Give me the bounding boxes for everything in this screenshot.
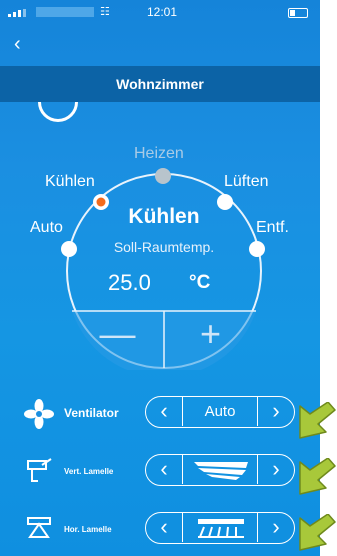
ventilator-prev-button[interactable]: ‹ <box>146 397 183 426</box>
swing-horizontal-icon <box>198 519 244 538</box>
mode-dot-entf[interactable] <box>249 241 265 257</box>
annotation-arrow-icon <box>299 514 336 551</box>
target-temp-label: Soll-Raumtemp. <box>113 239 215 255</box>
hor-lamelle-label: Hor. Lamelle <box>64 525 112 534</box>
vertical-louver-icon <box>27 458 52 482</box>
swing-vertical-icon <box>194 462 248 480</box>
mode-label-lueften[interactable]: Lüften <box>224 173 268 191</box>
vert-lamelle-row: Vert. Lamelle ‹ › <box>0 451 320 491</box>
app-screen: ☷ 12:01 ‹ Wohnzimmer Heizen Kühlen Lüfte… <box>0 0 320 556</box>
target-temp-value: 25.0 <box>108 270 151 295</box>
temp-unit: °C <box>189 272 211 293</box>
ventilator-stepper: ‹ Auto › <box>145 396 295 428</box>
annotation-arrow-icon <box>299 458 336 495</box>
mode-label-entf[interactable]: Entf. <box>256 219 289 237</box>
temp-minus-button[interactable]: — <box>72 311 163 363</box>
mode-label-heizen[interactable]: Heizen <box>134 145 184 163</box>
hor-lamelle-stepper: ‹ › <box>145 512 295 544</box>
vert-lamelle-label: Vert. Lamelle <box>64 467 114 476</box>
hor-lamelle-value <box>184 513 256 542</box>
mode-label-auto[interactable]: Auto <box>30 219 63 237</box>
vert-lamelle-value <box>184 455 256 484</box>
annotation-arrow-icon <box>299 402 336 439</box>
vert-lamelle-prev-button[interactable]: ‹ <box>146 455 183 484</box>
vert-lamelle-stepper: ‹ › <box>145 454 295 486</box>
ventilator-row: Ventilator ‹ Auto › <box>0 393 320 433</box>
hor-lamelle-row: Hor. Lamelle ‹ › <box>0 509 320 549</box>
mode-dot-heizen[interactable] <box>155 168 171 184</box>
ventilator-label: Ventilator <box>64 406 119 420</box>
ventilator-value: Auto <box>204 403 236 420</box>
ventilator-next-button[interactable]: › <box>257 397 294 426</box>
mode-dot-auto[interactable] <box>61 241 77 257</box>
hor-lamelle-prev-button[interactable]: ‹ <box>146 513 183 542</box>
vert-lamelle-next-button[interactable]: › <box>257 455 294 484</box>
temp-plus-button[interactable]: + <box>165 311 256 363</box>
current-mode: Kühlen <box>128 205 200 228</box>
hor-lamelle-next-button[interactable]: › <box>257 513 294 542</box>
fan-icon <box>24 399 54 429</box>
horizontal-louver-icon <box>27 517 51 538</box>
mode-label-kuehlen[interactable]: Kühlen <box>45 173 95 191</box>
